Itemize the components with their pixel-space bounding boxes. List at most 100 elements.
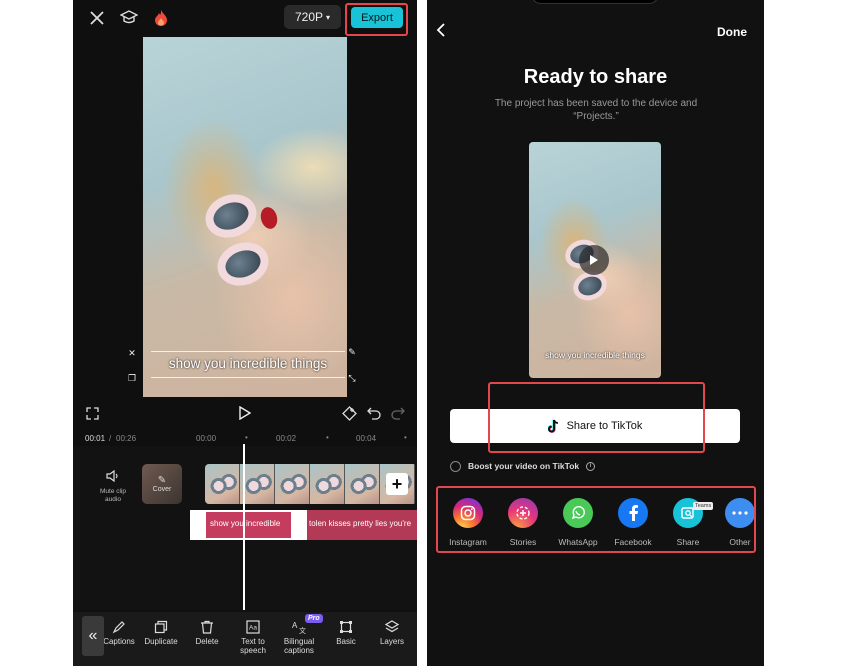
clip-thumbnail xyxy=(345,464,380,504)
tool-label: Duplicate xyxy=(144,637,178,646)
timeline-tick-dot: • xyxy=(404,433,407,442)
app-label: Instagram xyxy=(449,537,487,547)
redo-icon[interactable] xyxy=(389,404,407,422)
caption-copy-icon[interactable]: ❐ xyxy=(126,372,138,384)
selected-caption-segment[interactable]: show you incredible xyxy=(190,510,307,540)
pencil-icon: ✎ xyxy=(157,475,167,486)
video-preview[interactable] xyxy=(143,37,347,397)
resolution-selector[interactable]: 720P ▾ xyxy=(284,5,341,29)
tool-text-to-speech[interactable]: Aa Text to speech xyxy=(230,620,276,655)
boost-label: Boost your video on TikTok xyxy=(468,461,580,471)
device-notch xyxy=(531,0,659,4)
play-icon xyxy=(590,255,598,265)
flame-icon[interactable] xyxy=(151,7,171,29)
keyframe-icon[interactable] xyxy=(340,404,358,422)
tool-label: Basic xyxy=(336,637,356,646)
editor-toolbar: Captions Duplicate Delete Aa Text to spe… xyxy=(73,612,417,666)
video-sunglass-lens xyxy=(199,187,263,245)
share-screen: Done Ready to share The project has been… xyxy=(427,0,764,666)
timeline-tick-dot: • xyxy=(245,433,248,442)
share-app-other[interactable]: Other xyxy=(714,498,764,547)
double-chevron-left-icon: « xyxy=(88,627,98,644)
svg-text:A: A xyxy=(292,621,298,630)
stories-icon xyxy=(508,498,538,528)
share-app-facebook[interactable]: Facebook xyxy=(607,498,659,547)
tool-layers[interactable]: Layers xyxy=(369,620,415,646)
chevron-left-icon xyxy=(436,23,445,37)
add-clip-button[interactable]: + xyxy=(386,473,408,495)
fullscreen-icon[interactable] xyxy=(84,405,100,421)
video-thumbnail-preview[interactable]: show you incredible things xyxy=(529,142,661,378)
caption-resize-icon[interactable]: ⤡ xyxy=(346,372,358,384)
share-to-tiktok-label: Share to TikTok xyxy=(566,420,643,432)
text-to-speech-icon: Aa xyxy=(246,620,260,634)
clip-thumbnail xyxy=(240,464,275,504)
resolution-label: 720P xyxy=(294,10,323,24)
timeline-tick-label: 00:02 xyxy=(276,434,297,443)
instagram-icon xyxy=(453,498,483,528)
tool-duplicate[interactable]: Duplicate xyxy=(138,620,184,646)
more-icon xyxy=(725,498,755,528)
caption-box-top-border xyxy=(151,351,345,352)
tool-label: Bilingual captions xyxy=(283,637,315,655)
share-to-tiktok-button[interactable]: Share to TikTok xyxy=(450,409,740,443)
saved-message: The project has been saved to the device… xyxy=(494,98,698,122)
back-button[interactable] xyxy=(435,22,455,42)
svg-text:Aa: Aa xyxy=(249,625,257,632)
clip-thumbnail xyxy=(275,464,310,504)
play-button[interactable] xyxy=(579,245,609,275)
whatsapp-icon xyxy=(563,498,593,528)
editor-top-bar: 720P ▾ Export xyxy=(73,0,417,36)
timeline-track-area[interactable]: Mute clip audio ✎ Cover + tolen kisses p… xyxy=(73,446,417,611)
trash-icon xyxy=(201,620,213,634)
pro-badge: Pro xyxy=(305,614,323,623)
caption-segment-text: tolen kisses pretty lies you're xyxy=(309,519,412,528)
page-title: Ready to share xyxy=(523,66,668,88)
tool-basic[interactable]: Basic xyxy=(323,620,369,646)
timeline-playhead[interactable] xyxy=(243,444,245,610)
editor-screen: 720P ▾ Export show you incredible things… xyxy=(73,0,417,666)
close-icon[interactable] xyxy=(87,8,107,28)
preview-caption-text: show you incredible things xyxy=(545,350,645,360)
timeline-tick-label: 00:00 xyxy=(196,434,217,443)
clip-thumbnail xyxy=(205,464,240,504)
teams-badge: Teams xyxy=(693,502,714,510)
tool-label: Text to speech xyxy=(240,637,266,655)
caption-box-bottom-border xyxy=(151,377,345,378)
play-icon[interactable] xyxy=(236,404,254,422)
graduation-cap-icon[interactable] xyxy=(119,8,139,28)
tool-bilingual-captions[interactable]: A文 Bilingual captions xyxy=(276,620,322,655)
duplicate-icon xyxy=(154,620,168,634)
boost-option[interactable]: Boost your video on TikTok i xyxy=(450,459,596,473)
export-button[interactable]: Export xyxy=(351,7,403,28)
speaker-icon[interactable] xyxy=(105,468,121,484)
timecode-separator: / xyxy=(109,434,112,443)
done-button[interactable]: Done xyxy=(717,25,747,39)
tool-delete[interactable]: Delete xyxy=(184,620,230,646)
svg-text:文: 文 xyxy=(299,626,306,634)
mute-clip-audio-label[interactable]: Mute clip audio xyxy=(95,488,131,504)
tool-label: Captions xyxy=(103,637,135,646)
tiktok-icon xyxy=(547,419,558,433)
share-app-stories[interactable]: Stories xyxy=(497,498,549,547)
caption-edit-icon[interactable]: ✎ xyxy=(346,346,358,358)
facebook-icon xyxy=(618,498,648,528)
share-app-instagram[interactable]: Instagram xyxy=(442,498,494,547)
caption-overlay-text[interactable]: show you incredible things xyxy=(151,356,345,371)
app-label: Facebook xyxy=(614,537,652,547)
collapse-toolbar-button[interactable]: « xyxy=(82,616,104,656)
caption-segment-text: show you incredible xyxy=(210,519,281,528)
app-label: Other xyxy=(729,537,751,547)
playback-controls xyxy=(73,400,417,426)
caret-down-icon: ▾ xyxy=(326,12,331,22)
info-icon[interactable]: i xyxy=(586,461,596,471)
undo-icon[interactable] xyxy=(365,404,383,422)
cover-button[interactable]: ✎ Cover xyxy=(142,464,182,504)
share-app-whatsapp[interactable]: WhatsApp xyxy=(552,498,604,547)
timecode-current: 00:01 xyxy=(85,434,106,443)
video-lips xyxy=(258,205,280,231)
caption-delete-icon[interactable]: ✕ xyxy=(126,347,138,359)
basic-icon xyxy=(340,621,352,633)
boost-radio[interactable] xyxy=(450,460,461,472)
tool-label: Layers xyxy=(379,637,404,646)
